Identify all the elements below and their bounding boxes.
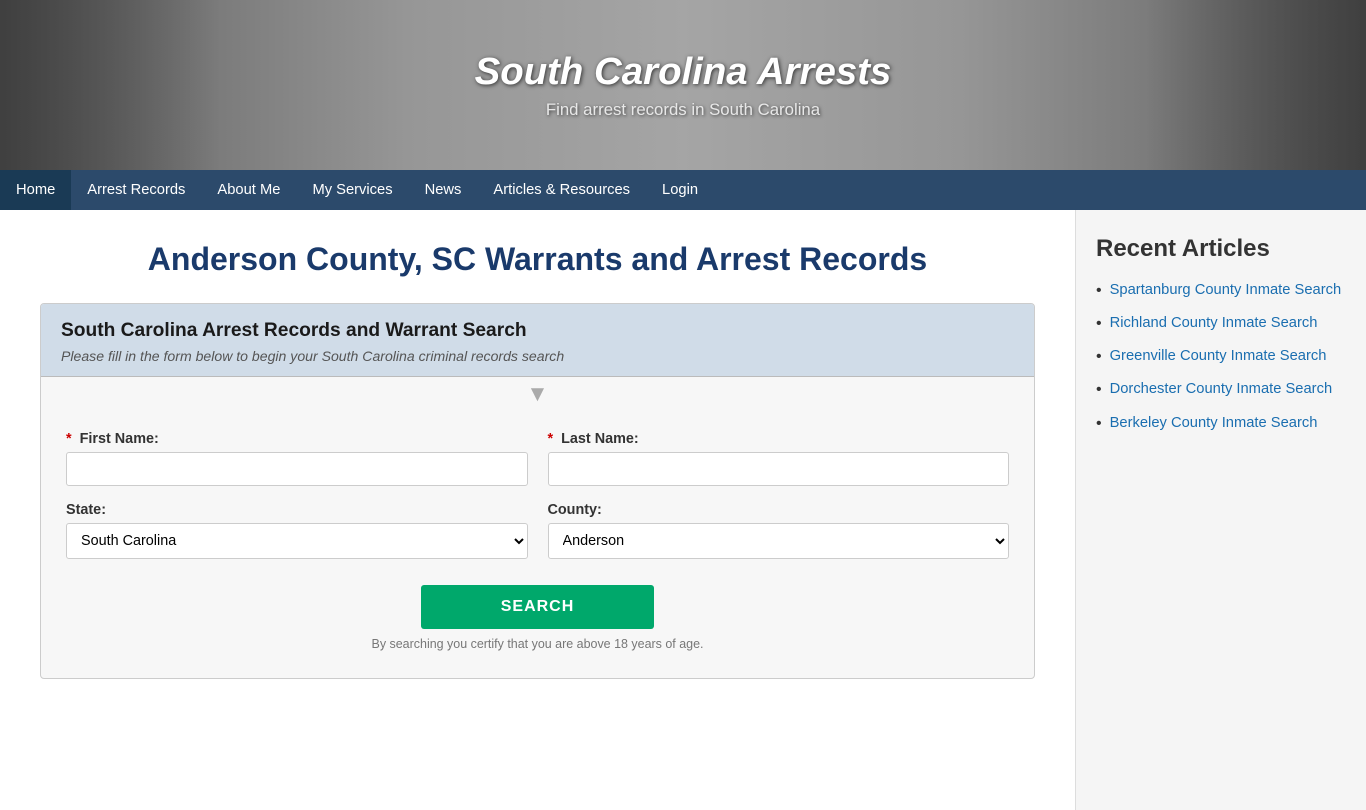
county-group: County: Anderson Abbeville Aiken Allenda… [548, 502, 1010, 559]
list-item: Dorchester County Inmate Search [1096, 380, 1346, 399]
hero-hands-left [0, 0, 220, 170]
nav-arrest-records[interactable]: Arrest Records [71, 170, 201, 210]
form-footer-note: By searching you certify that you are ab… [66, 637, 1009, 663]
article-link-richland[interactable]: Richland County Inmate Search [1110, 314, 1318, 333]
article-link-spartanburg[interactable]: Spartanburg County Inmate Search [1110, 281, 1342, 300]
search-button[interactable]: SEARCH [421, 585, 655, 629]
last-name-group: * Last Name: [548, 431, 1010, 486]
form-header-title: South Carolina Arrest Records and Warran… [61, 320, 1014, 342]
main-nav: Home Arrest Records About Me My Services… [0, 170, 1366, 210]
last-name-input[interactable] [548, 452, 1010, 486]
sidebar-title: Recent Articles [1096, 235, 1346, 263]
state-county-row: State: South Carolina Alabama Alaska Ari… [66, 502, 1009, 559]
nav-my-services[interactable]: My Services [296, 170, 408, 210]
nav-articles-resources[interactable]: Articles & Resources [477, 170, 646, 210]
nav-about-me[interactable]: About Me [201, 170, 296, 210]
main-content: Anderson County, SC Warrants and Arrest … [0, 210, 1076, 810]
sidebar: Recent Articles Spartanburg County Inmat… [1076, 210, 1366, 810]
nav-login[interactable]: Login [646, 170, 714, 210]
list-item: Berkeley County Inmate Search [1096, 414, 1346, 433]
article-link-berkeley[interactable]: Berkeley County Inmate Search [1110, 414, 1318, 433]
form-fields: * First Name: * Last Name: [41, 411, 1034, 678]
site-subtitle: Find arrest records in South Carolina [475, 100, 892, 120]
search-btn-wrap: SEARCH [66, 575, 1009, 637]
article-link-greenville[interactable]: Greenville County Inmate Search [1110, 347, 1327, 366]
hero-content: South Carolina Arrests Find arrest recor… [475, 50, 892, 120]
first-name-label: * First Name: [66, 431, 528, 447]
form-header-sub: Please fill in the form below to begin y… [61, 348, 1014, 364]
nav-news[interactable]: News [409, 170, 478, 210]
state-label: State: [66, 502, 528, 518]
nav-home[interactable]: Home [0, 170, 71, 210]
recent-articles-list: Spartanburg County Inmate Search Richlan… [1096, 281, 1346, 433]
page-title: Anderson County, SC Warrants and Arrest … [40, 240, 1035, 278]
name-row: * First Name: * Last Name: [66, 431, 1009, 486]
first-name-group: * First Name: [66, 431, 528, 486]
site-title: South Carolina Arrests [475, 50, 892, 94]
form-arrow: ▼ [41, 377, 1034, 411]
hero-section: South Carolina Arrests Find arrest recor… [0, 0, 1366, 170]
hero-hands-right [1146, 0, 1366, 170]
first-name-input[interactable] [66, 452, 528, 486]
state-group: State: South Carolina Alabama Alaska Ari… [66, 502, 528, 559]
county-select[interactable]: Anderson Abbeville Aiken Allendale Bambe… [548, 523, 1010, 559]
required-star-first: * [66, 431, 72, 447]
county-label: County: [548, 502, 1010, 518]
page-layout: Anderson County, SC Warrants and Arrest … [0, 210, 1366, 810]
list-item: Spartanburg County Inmate Search [1096, 281, 1346, 300]
list-item: Richland County Inmate Search [1096, 314, 1346, 333]
article-link-dorchester[interactable]: Dorchester County Inmate Search [1110, 380, 1333, 399]
state-select[interactable]: South Carolina Alabama Alaska Arizona Ar… [66, 523, 528, 559]
form-header: South Carolina Arrest Records and Warran… [41, 304, 1034, 377]
last-name-label: * Last Name: [548, 431, 1010, 447]
required-star-last: * [548, 431, 554, 447]
list-item: Greenville County Inmate Search [1096, 347, 1346, 366]
search-form-box: South Carolina Arrest Records and Warran… [40, 303, 1035, 679]
